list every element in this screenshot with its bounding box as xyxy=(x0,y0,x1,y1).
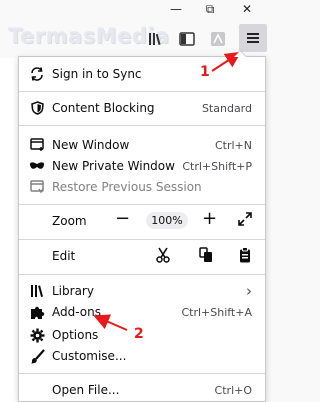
shield-icon xyxy=(29,100,45,116)
panel-arrow-inner xyxy=(234,51,246,57)
zoom-out-button[interactable]: − xyxy=(115,208,130,229)
menu-separator xyxy=(19,125,265,126)
menu-item-label: New Window xyxy=(52,138,130,152)
menu-item-zoom: Zoom − 100% + xyxy=(19,208,265,233)
hamburger-menu-button[interactable] xyxy=(239,24,267,52)
gear-icon xyxy=(29,327,45,343)
paste-icon[interactable] xyxy=(239,247,251,267)
menu-item-label: Content Blocking xyxy=(52,101,155,115)
shortcut-label: Ctrl+N xyxy=(214,138,252,152)
menu-item-sign-in-sync[interactable]: Sign in to Sync xyxy=(19,62,265,86)
library-icon xyxy=(29,283,45,299)
library-icon[interactable] xyxy=(146,30,166,48)
menu-item-label: New Private Window xyxy=(52,159,175,173)
sync-icon xyxy=(29,66,45,82)
menu-separator xyxy=(19,91,265,92)
hamburger-menu-icon xyxy=(247,33,259,43)
app-menu-panel: Sign in to Sync Content Blocking Standar… xyxy=(18,56,266,402)
pdf-icon[interactable] xyxy=(208,30,228,48)
puzzle-piece-icon xyxy=(29,304,45,320)
shortcut-label: Ctrl+Shift+A xyxy=(181,305,252,319)
page-content-edge xyxy=(0,58,19,402)
menu-item-label: Sign in to Sync xyxy=(52,67,142,81)
zoom-label: Zoom xyxy=(52,214,87,228)
shortcut-label: Ctrl+O xyxy=(214,383,252,397)
menu-item-label: Add-ons xyxy=(52,305,101,319)
menu-item-edit: Edit xyxy=(19,244,265,268)
new-window-icon xyxy=(29,137,45,153)
menu-item-restore-session[interactable]: Restore Previous Session xyxy=(19,175,265,199)
copy-icon[interactable] xyxy=(199,247,213,267)
minimize-button[interactable]: — xyxy=(158,0,194,18)
edit-label: Edit xyxy=(52,249,76,263)
menu-separator xyxy=(19,204,265,205)
menu-item-label: Restore Previous Session xyxy=(52,180,202,194)
private-mask-icon xyxy=(29,158,45,174)
menu-item-label: Open File... xyxy=(52,383,120,397)
zoom-in-button[interactable]: + xyxy=(202,208,217,229)
sidebar-icon[interactable] xyxy=(177,30,197,48)
menu-separator xyxy=(19,373,265,374)
close-button[interactable]: ✕ xyxy=(229,0,265,18)
menu-separator xyxy=(19,274,265,275)
restore-button[interactable]: ⧉ xyxy=(192,0,228,18)
menu-item-label: Options xyxy=(52,328,99,342)
annotation-number-2: 2 xyxy=(134,326,144,342)
menu-item-customise[interactable]: Customise... xyxy=(19,344,265,368)
menu-item-label: Customise... xyxy=(52,349,127,363)
menu-item-content-blocking[interactable]: Content Blocking Standard xyxy=(19,96,265,120)
shortcut-label: Ctrl+Shift+P xyxy=(182,159,252,173)
cut-icon[interactable] xyxy=(156,247,170,267)
menu-item-addons[interactable]: Add-ons Ctrl+Shift+A xyxy=(19,300,265,324)
paintbrush-icon xyxy=(29,348,45,364)
restore-session-icon xyxy=(29,179,45,195)
annotation-number-1: 1 xyxy=(200,64,210,80)
menu-separator xyxy=(19,239,265,240)
content-blocking-status: Standard xyxy=(201,101,252,115)
zoom-reset-button[interactable]: 100% xyxy=(146,212,188,229)
title-bar: — ⧉ ✕ xyxy=(0,0,270,18)
fullscreen-icon[interactable] xyxy=(238,212,252,230)
menu-item-open-file[interactable]: Open File... Ctrl+O xyxy=(19,378,265,401)
chevron-right-icon: › xyxy=(246,282,252,300)
menu-item-label: Library xyxy=(52,284,94,298)
